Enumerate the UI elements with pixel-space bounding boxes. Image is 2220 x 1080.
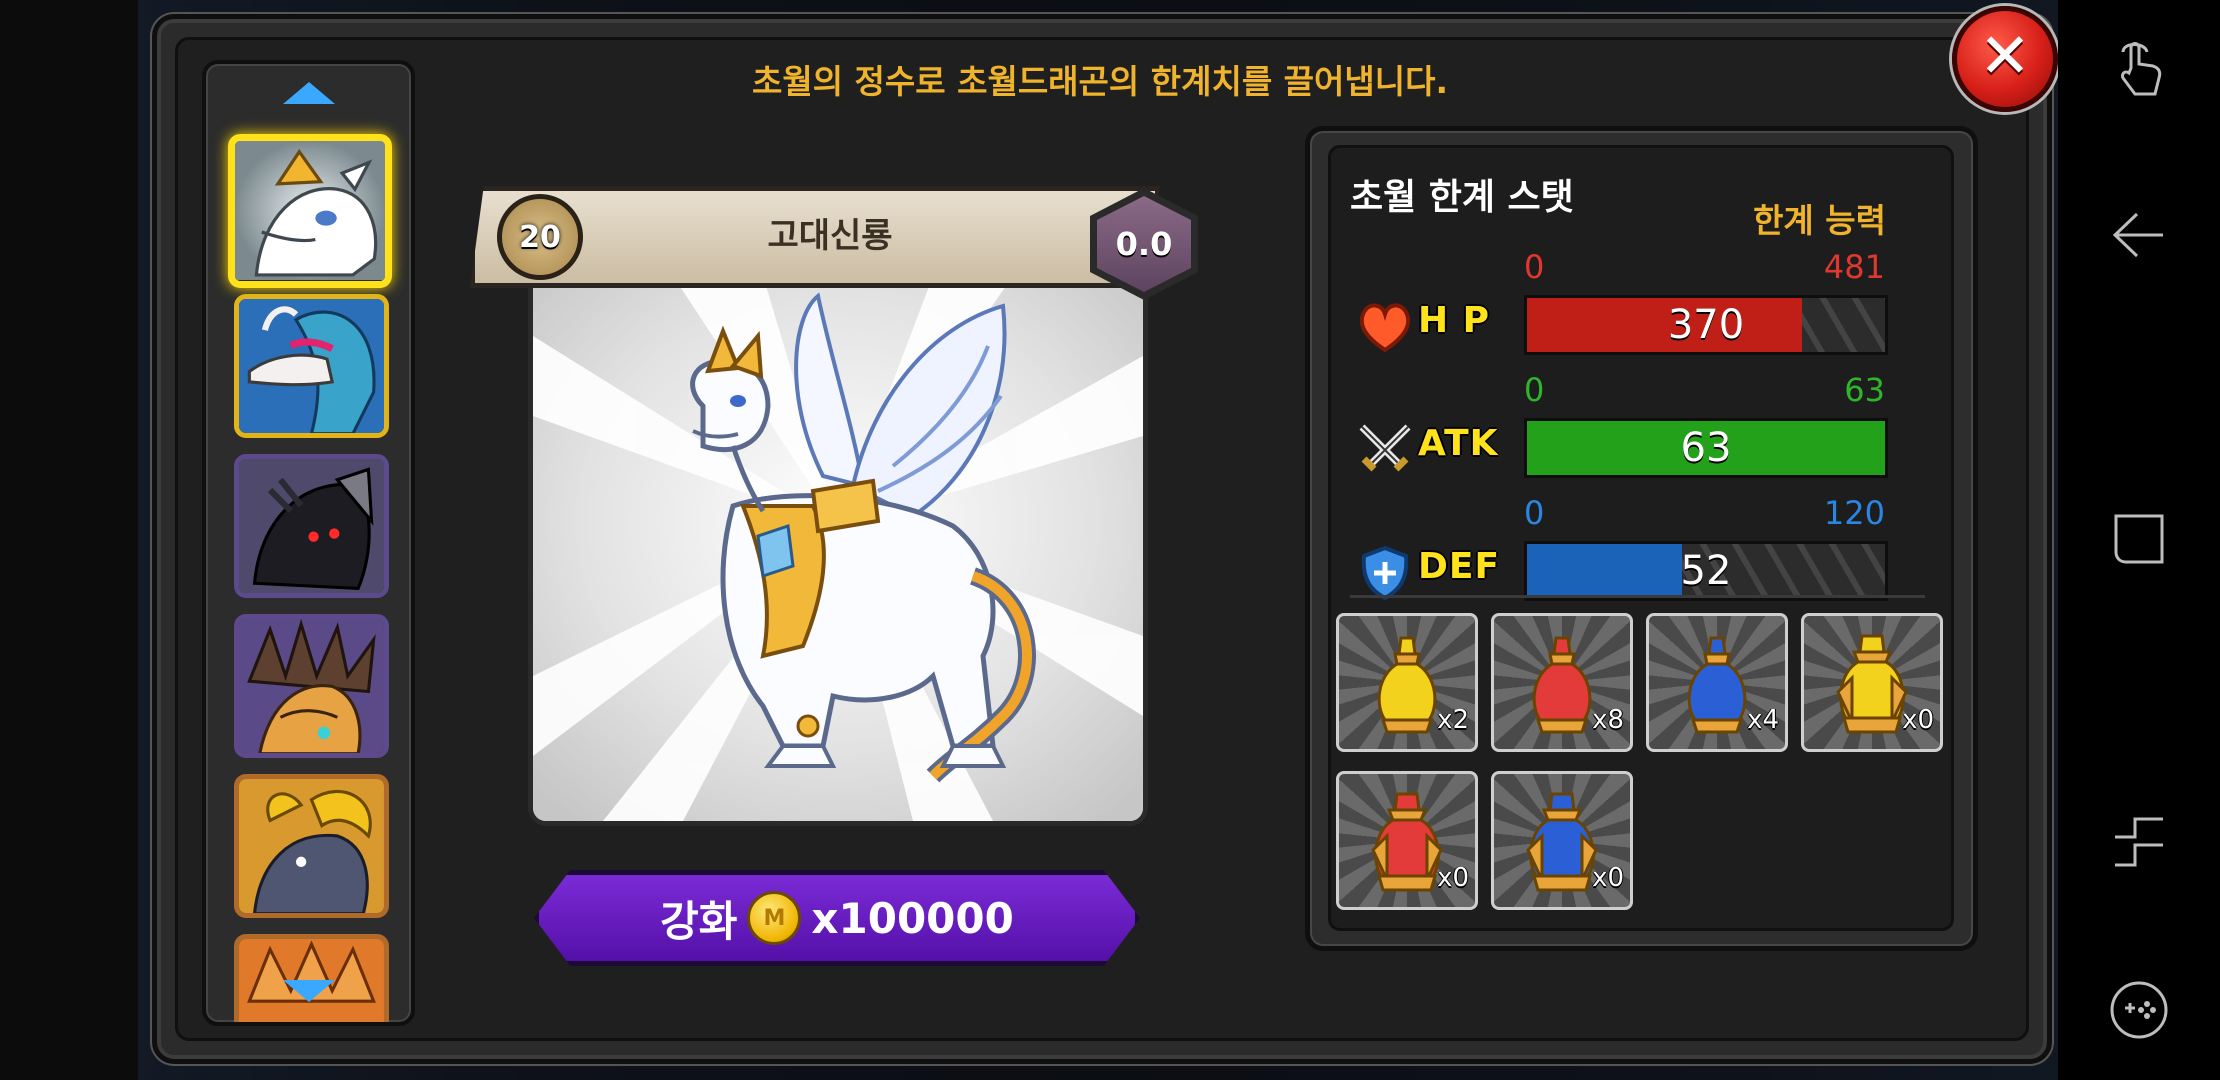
dragon-portrait-art bbox=[239, 779, 384, 913]
crossed-swords-icon bbox=[1356, 421, 1414, 479]
close-button[interactable]: ✕ bbox=[1952, 6, 2058, 112]
dragon-list-panel bbox=[202, 60, 415, 1026]
close-icon: ✕ bbox=[1979, 19, 2031, 92]
enhance-button[interactable]: 강화 M x100000 bbox=[534, 870, 1140, 966]
stat-min: 0 bbox=[1524, 371, 1545, 409]
stat-value: 370 bbox=[1667, 302, 1745, 348]
system-navbar bbox=[2058, 0, 2220, 1080]
stat-min: 0 bbox=[1524, 248, 1545, 286]
game-tools-icon[interactable] bbox=[2109, 980, 2169, 1040]
stat-max: 63 bbox=[1844, 371, 1885, 409]
split-screen-icon[interactable] bbox=[2111, 815, 2167, 869]
stat-bar: 63 bbox=[1524, 418, 1888, 478]
item-quantity: x0 bbox=[1902, 705, 1934, 735]
dragon-portrait-art bbox=[235, 141, 385, 281]
portrait-black-dragon[interactable] bbox=[234, 454, 389, 598]
level-badge: 20 bbox=[497, 194, 583, 280]
item-quantity: x4 bbox=[1747, 705, 1779, 735]
potion-icon bbox=[1377, 636, 1437, 734]
item-quantity: x2 bbox=[1437, 705, 1469, 735]
arrow-up-icon[interactable] bbox=[282, 82, 335, 104]
portrait-gold-horned-dragon[interactable] bbox=[234, 774, 389, 918]
portrait-blue-maned-dragon[interactable] bbox=[234, 294, 389, 438]
item-quantity: x8 bbox=[1592, 705, 1624, 735]
enhance-cost: x100000 bbox=[811, 893, 1014, 943]
header-message: 초월의 정수로 초월드래곤의 한계치를 끌어냅니다. bbox=[751, 62, 1449, 101]
limit-label: 한계 능력 bbox=[1753, 201, 1886, 240]
dragon-portrait-art bbox=[239, 459, 384, 593]
stat-name: DEF bbox=[1418, 546, 1501, 587]
stat-row: 0 481 H P 370 bbox=[1350, 248, 1950, 368]
item-blue-essence-large[interactable]: x0 bbox=[1491, 771, 1633, 910]
portrait-white-gold-dragon[interactable] bbox=[228, 134, 392, 288]
arrow-down-icon[interactable] bbox=[282, 980, 335, 1002]
touch-icon[interactable] bbox=[2109, 38, 2169, 100]
dragon-artwork bbox=[528, 276, 1148, 826]
recents-icon[interactable] bbox=[2112, 512, 2166, 566]
shield-icon bbox=[1356, 544, 1414, 602]
stats-title: 초월 한계 스탯 bbox=[1350, 177, 1574, 218]
stat-max: 481 bbox=[1823, 248, 1885, 286]
potion-icon bbox=[1687, 636, 1747, 734]
stats-divider bbox=[1350, 595, 1925, 598]
stat-value: 63 bbox=[1680, 425, 1732, 471]
item-yellow-essence-large[interactable]: x0 bbox=[1801, 613, 1943, 752]
stat-max: 120 bbox=[1823, 494, 1885, 532]
potion-icon bbox=[1532, 636, 1592, 734]
item-yellow-essence-small[interactable]: x2 bbox=[1336, 613, 1478, 752]
item-quantity: x0 bbox=[1592, 863, 1624, 893]
item-blue-essence-small[interactable]: x4 bbox=[1646, 613, 1788, 752]
stat-row: 0 63 ATK 63 bbox=[1350, 371, 1950, 491]
stat-bar: 370 bbox=[1524, 295, 1888, 355]
portrait-spiked-brown-dragon[interactable] bbox=[234, 614, 389, 758]
stat-name: ATK bbox=[1418, 423, 1499, 464]
enhance-label: 강화 bbox=[660, 896, 738, 946]
stat-bar: 52 bbox=[1524, 541, 1888, 601]
potion-icon bbox=[1526, 792, 1598, 892]
item-quantity: x0 bbox=[1437, 863, 1469, 893]
potion-icon bbox=[1836, 634, 1908, 734]
dragon-portrait-art bbox=[239, 619, 384, 753]
dragon-illustration bbox=[533, 276, 1143, 821]
stat-value: 52 bbox=[1680, 548, 1732, 594]
heart-icon bbox=[1356, 298, 1414, 356]
stat-name: H P bbox=[1418, 300, 1491, 341]
coin-icon: M bbox=[747, 891, 802, 945]
stat-min: 0 bbox=[1524, 494, 1545, 532]
dragon-portrait-art bbox=[239, 299, 384, 433]
item-red-essence-large[interactable]: x0 bbox=[1336, 771, 1478, 910]
back-icon[interactable] bbox=[2111, 210, 2167, 260]
item-red-essence-small[interactable]: x8 bbox=[1491, 613, 1633, 752]
potion-icon bbox=[1371, 792, 1443, 892]
